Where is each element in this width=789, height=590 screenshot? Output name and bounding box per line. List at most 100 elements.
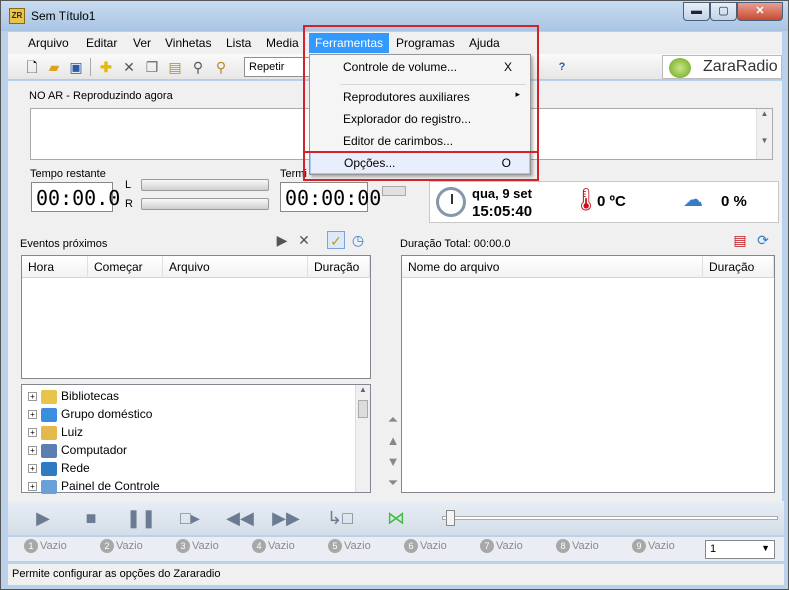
window-title: Sem Título1 [31,9,96,23]
slot-4[interactable]: 4 Vazio [252,539,295,553]
events-col-comecar[interactable]: Começar [88,256,163,278]
position-track[interactable] [442,516,778,520]
level-meter-right [141,198,269,210]
end-time: 00:00:00 [280,182,381,212]
tree-item[interactable]: + Grupo doméstico [28,405,152,423]
clock-icon [436,187,466,217]
chevron-down-icon: ▼ [761,543,770,553]
network-icon [41,461,57,476]
play-icon[interactable]: ▶ [31,507,55,529]
help-icon[interactable]: ? [553,58,571,76]
clock-event-icon[interactable]: ◷ [349,231,367,249]
events-label: Eventos próximos [20,238,108,250]
move-down-icon[interactable]: ▼ [385,454,401,470]
events-col-duracao[interactable]: Duração [308,256,370,278]
date-display: qua, 9 set [472,186,532,201]
events-col-hora[interactable]: Hora [22,256,88,278]
copy-icon[interactable]: ❐ [143,58,161,76]
move-top-icon[interactable]: ⏶ [385,412,401,428]
play-event-icon[interactable]: ▶ [273,231,291,249]
position-slider[interactable] [446,510,455,526]
tree-item[interactable]: + Rede [28,459,90,477]
control-panel-icon [41,479,57,494]
close-button[interactable]: ✕ [737,2,783,21]
slot-6[interactable]: 6 Vazio [404,539,447,553]
temperature-display: 0 ºC [597,193,626,210]
thermometer-icon: 🌡 [572,187,600,212]
annotation-divider [303,151,539,153]
next-track-icon[interactable]: □▸ [172,507,208,529]
status-bar: Permite configurar as opções do Zararadi… [8,563,784,585]
add-icon[interactable]: ✚ [97,58,115,76]
slot-page-select[interactable]: 1 ▼ [705,540,775,559]
playlist-col-nome[interactable]: Nome do arquivo [402,256,703,278]
print-icon[interactable]: ▤ [731,231,749,249]
tree-item[interactable]: + Bibliotecas [28,387,119,405]
libraries-icon [41,389,57,404]
rewind-icon[interactable]: ◀◀ [224,507,256,529]
tree-scrollbar[interactable]: ▲ [355,385,370,492]
slot-2[interactable]: 2 Vazio [100,539,143,553]
move-up-icon[interactable]: ▲ [385,433,401,449]
new-file-icon[interactable]: 🗋 [23,58,41,76]
zararadio-globe-icon [669,58,691,78]
playlist-col-duracao[interactable]: Duração [703,256,774,278]
volume-slider[interactable] [382,186,406,196]
folder-tree[interactable]: + Bibliotecas + Grupo doméstico + Luiz + Com… [21,384,371,495]
tree-item[interactable]: + Computador [28,441,127,459]
open-folder-icon[interactable]: ▰ [45,58,63,76]
onair-label: NO AR - Reproduzindo agora [29,90,173,102]
menu-ver[interactable]: Ver [133,36,151,50]
time-display: 15:05:40 [472,203,533,220]
toolbar-separator [90,58,91,76]
channel-l-label: L [125,179,132,191]
slot-8[interactable]: 8 Vazio [556,539,599,553]
tree-item[interactable]: + Painel de Controle [28,477,160,495]
fast-forward-icon[interactable]: ▶▶ [270,507,302,529]
crossfade-icon[interactable]: ⋈ [377,507,415,529]
playlist[interactable]: Nome do arquivo Duração [401,255,775,493]
tree-item[interactable]: + Luiz [28,423,83,441]
slot-9[interactable]: 9 Vazio [632,539,675,553]
events-list[interactable]: Hora Começar Arquivo Duração [21,255,371,379]
menu-arquivo[interactable]: Arquivo [28,36,69,50]
homegroup-icon [41,407,57,422]
onair-scrollbar[interactable]: ▲ ▼ [756,109,772,159]
find-folder-icon[interactable]: ⚲ [212,58,230,76]
search-icon[interactable]: ⚲ [189,58,207,76]
channel-r-label: R [125,198,133,210]
brand-label: ZaraRadio [703,58,778,75]
maximize-button[interactable]: ▢ [710,2,737,21]
save-icon[interactable]: ▣ [67,58,85,76]
paste-icon[interactable]: ▤ [166,58,184,76]
menu-editar[interactable]: Editar [86,36,117,50]
refresh-icon[interactable]: ⟳ [754,231,772,249]
delete-event-icon[interactable]: ✕ [295,231,313,249]
delete-icon[interactable]: ✕ [120,58,138,76]
slot-1[interactable]: 1 Vazio [24,539,67,553]
slot-3[interactable]: 3 Vazio [176,539,219,553]
remaining-time: 00:00.0 [31,182,120,212]
events-col-arquivo[interactable]: Arquivo [163,256,308,278]
menu-vinhetas[interactable]: Vinhetas [165,36,211,50]
level-meter-left [141,179,269,191]
slot-7[interactable]: 7 Vazio [480,539,523,553]
humidity-display: 0 % [721,193,747,210]
pause-icon[interactable]: ❚❚ [126,507,156,529]
move-bottom-icon[interactable]: ⏷ [385,475,401,491]
stop-icon[interactable]: ■ [79,507,103,529]
status-text: Permite configurar as opções do Zararadi… [12,568,221,580]
app-window: ZR Sem Título1 ▬ ▢ ✕ Arquivo Editar Ver … [0,0,789,590]
instant-slots: 1 Vazio 2 Vazio 3 Vazio 4 Vazio 5 Vazio 6 Vazi… [8,537,784,561]
cue-icon[interactable]: ↳□ [323,507,357,529]
check-event-icon[interactable]: ✓ [327,231,345,249]
user-folder-icon [41,425,57,440]
transport-bar: ▶ ■ ❚❚ □▸ ◀◀ ▶▶ ↳□ ⋈ [8,501,784,535]
app-icon: ZR [9,8,25,24]
minimize-button[interactable]: ▬ [683,2,710,21]
computer-icon [41,443,57,458]
slot-5[interactable]: 5 Vazio [328,539,371,553]
remaining-label: Tempo restante [30,168,106,180]
menu-lista[interactable]: Lista [226,36,251,50]
menu-media[interactable]: Media [266,36,299,50]
